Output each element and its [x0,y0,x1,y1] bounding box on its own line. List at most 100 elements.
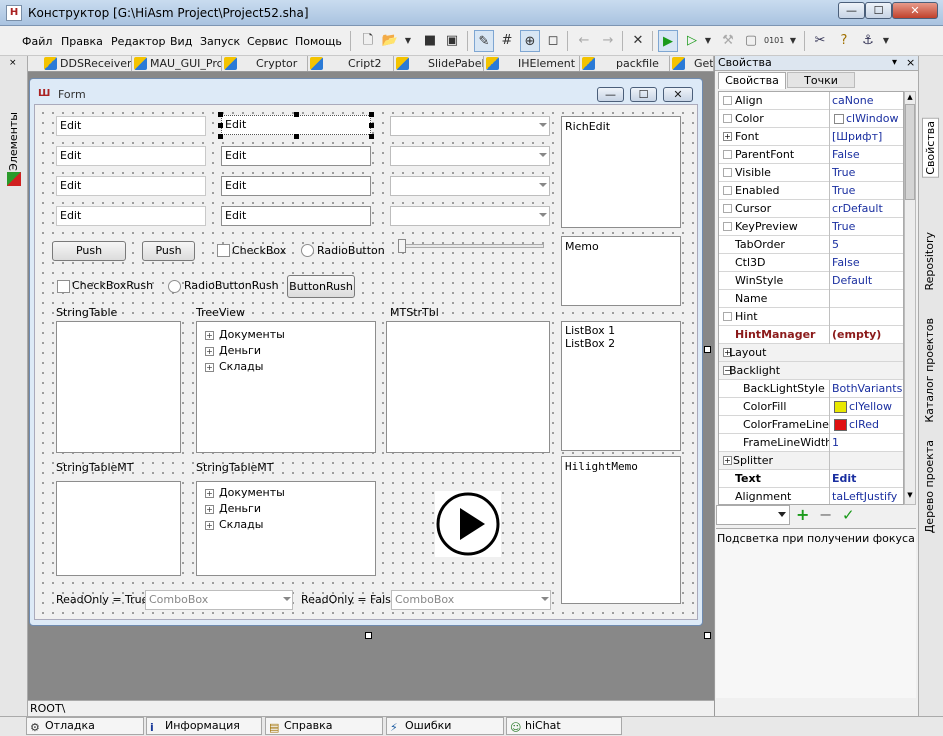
edit-field-selected[interactable]: Edit [221,115,371,135]
tree-item[interactable]: + Деньги [205,343,367,359]
chevron-down-icon[interactable]: ▼ [402,30,414,52]
tree-item[interactable]: + Склады [205,359,367,375]
prop-row[interactable]: Color clWindow [719,110,903,128]
scrollbar-thumb[interactable] [905,104,915,200]
radiobuttonrush[interactable] [168,280,181,293]
edit-field[interactable]: Edit [56,176,206,196]
edit-field[interactable]: Edit [221,176,371,196]
status-tab-help[interactable]: ▤ Справка [265,717,383,735]
edit-field[interactable]: Edit [221,206,371,226]
chevron-down-icon[interactable]: ▼ [787,30,799,52]
status-tab-debug[interactable]: ⚙ Отладка [26,717,144,735]
tab-mau-gui[interactable]: MAU_GUI_Prc [132,56,222,71]
richedit[interactable]: RichEdit [561,116,681,228]
save-icon[interactable]: ■ [420,30,440,52]
run-debug-icon[interactable]: ▷ [682,30,702,52]
combobox[interactable] [390,146,550,166]
remove-icon[interactable]: − [819,505,832,524]
prop-row[interactable]: WinStyle Default [719,272,903,290]
selection-handle[interactable] [369,134,374,139]
new-file-icon[interactable]: 🗋 [358,30,378,52]
combobox[interactable] [390,206,550,226]
grid-icon[interactable]: # [497,30,517,52]
binary-icon[interactable]: 0101 [764,30,784,52]
prop-row[interactable]: Align caNone [719,92,903,110]
combobox-editable[interactable]: ComboBox [391,590,551,610]
chevron-down-icon[interactable]: ▼ [702,30,714,52]
edit-mode-icon[interactable]: ✎ [474,30,494,52]
close-tab-icon[interactable]: × [9,58,17,68]
menu-service[interactable]: Сервис [247,35,288,48]
tab-geti[interactable]: Geti [670,56,714,71]
anchor-icon[interactable]: ⚓ [858,30,878,52]
combobox[interactable] [390,176,550,196]
prop-row[interactable]: HintManager (empty) [719,326,903,344]
minimize-button[interactable]: — [838,2,865,19]
tab-properties[interactable]: Свойства [718,72,786,89]
trackbar-thumb[interactable] [398,239,406,253]
prop-row[interactable]: TabOrder 5 [719,236,903,254]
edit-field[interactable]: Edit [56,146,206,166]
hilightmemo[interactable]: HilightMemo [561,456,681,604]
selection-handle[interactable] [294,112,299,117]
resize-handle[interactable] [704,346,711,353]
form-minimize-button[interactable]: — [597,87,624,102]
form-maximize-button[interactable]: ☐ [630,87,657,102]
prop-row[interactable]: BackLightStyle BothVariants [719,380,903,398]
selection-handle[interactable] [218,123,223,128]
treeview-mt[interactable]: + Документы + Деньги + Склады [196,481,376,576]
stop-icon[interactable]: ▢ [741,30,761,52]
menu-help[interactable]: Помощь [295,35,342,48]
menu-file[interactable]: Файл [22,35,52,48]
menu-editor[interactable]: Редактор [111,35,166,48]
selection-handle[interactable] [369,112,374,117]
checkbox[interactable] [217,244,230,257]
close-button[interactable]: ✕ [892,2,938,19]
tab-points[interactable]: Точки [787,72,855,88]
fit-icon[interactable]: ◻ [543,30,563,52]
prop-row[interactable]: Hint [719,308,903,326]
chevron-down-icon[interactable]: ▼ [880,30,892,52]
maximize-button[interactable]: ☐ [865,2,892,19]
tab-repository[interactable]: Repository [923,232,936,291]
prop-row[interactable]: Alignment taLeftJustify [719,488,903,504]
align-icon[interactable]: ⊕ [520,30,540,52]
tab-ddsreceiver[interactable]: DDSReceiver1 [42,56,132,71]
pin-icon[interactable]: ▾ [892,57,897,68]
prop-row[interactable]: + Splitter [719,452,903,470]
tools-icon[interactable]: ✂ [810,30,830,52]
run-icon[interactable]: ▶ [658,30,678,52]
prop-row[interactable]: FrameLineWidth 1 [719,434,903,452]
menu-edit[interactable]: Правка [61,35,103,48]
prop-row[interactable]: Enabled True [719,182,903,200]
redo-icon[interactable]: → [598,30,618,52]
tree-item[interactable]: + Склады [205,517,367,533]
prop-row[interactable]: + Font [Шрифт] [719,128,903,146]
combobox-readonly[interactable]: ComboBox [145,590,293,610]
edit-field[interactable]: Edit [221,146,371,166]
listbox-item[interactable]: ListBox 1 [565,324,677,337]
prop-row[interactable]: − Backlight [719,362,903,380]
listbox[interactable]: ListBox 1 ListBox 2 [561,321,681,451]
play-icon[interactable] [435,491,501,557]
prop-row[interactable]: Ctl3D False [719,254,903,272]
scroll-up-icon[interactable]: ▲ [905,93,915,103]
elements-tab[interactable]: Элементы [7,112,20,171]
selection-handle[interactable] [369,123,374,128]
tree-item[interactable]: + Документы [205,327,367,343]
prop-row[interactable]: KeyPreview True [719,218,903,236]
help-icon[interactable]: ? [834,30,854,52]
stringtable[interactable] [56,321,181,453]
prop-row[interactable]: Cursor crDefault [719,200,903,218]
menu-view[interactable]: Вид [170,35,192,48]
prop-row[interactable]: ColorFill clYellow [719,398,903,416]
menu-run[interactable]: Запуск [200,35,240,48]
prop-row[interactable]: + Layout [719,344,903,362]
selection-handle[interactable] [218,134,223,139]
memo[interactable]: Memo [561,236,681,306]
edit-field[interactable]: Edit [56,206,206,226]
close-icon[interactable]: × [906,56,915,69]
add-icon[interactable]: + [796,505,809,524]
tab-project-tree[interactable]: Дерево проекта [923,440,936,533]
compile-icon[interactable]: ⚒ [718,30,738,52]
